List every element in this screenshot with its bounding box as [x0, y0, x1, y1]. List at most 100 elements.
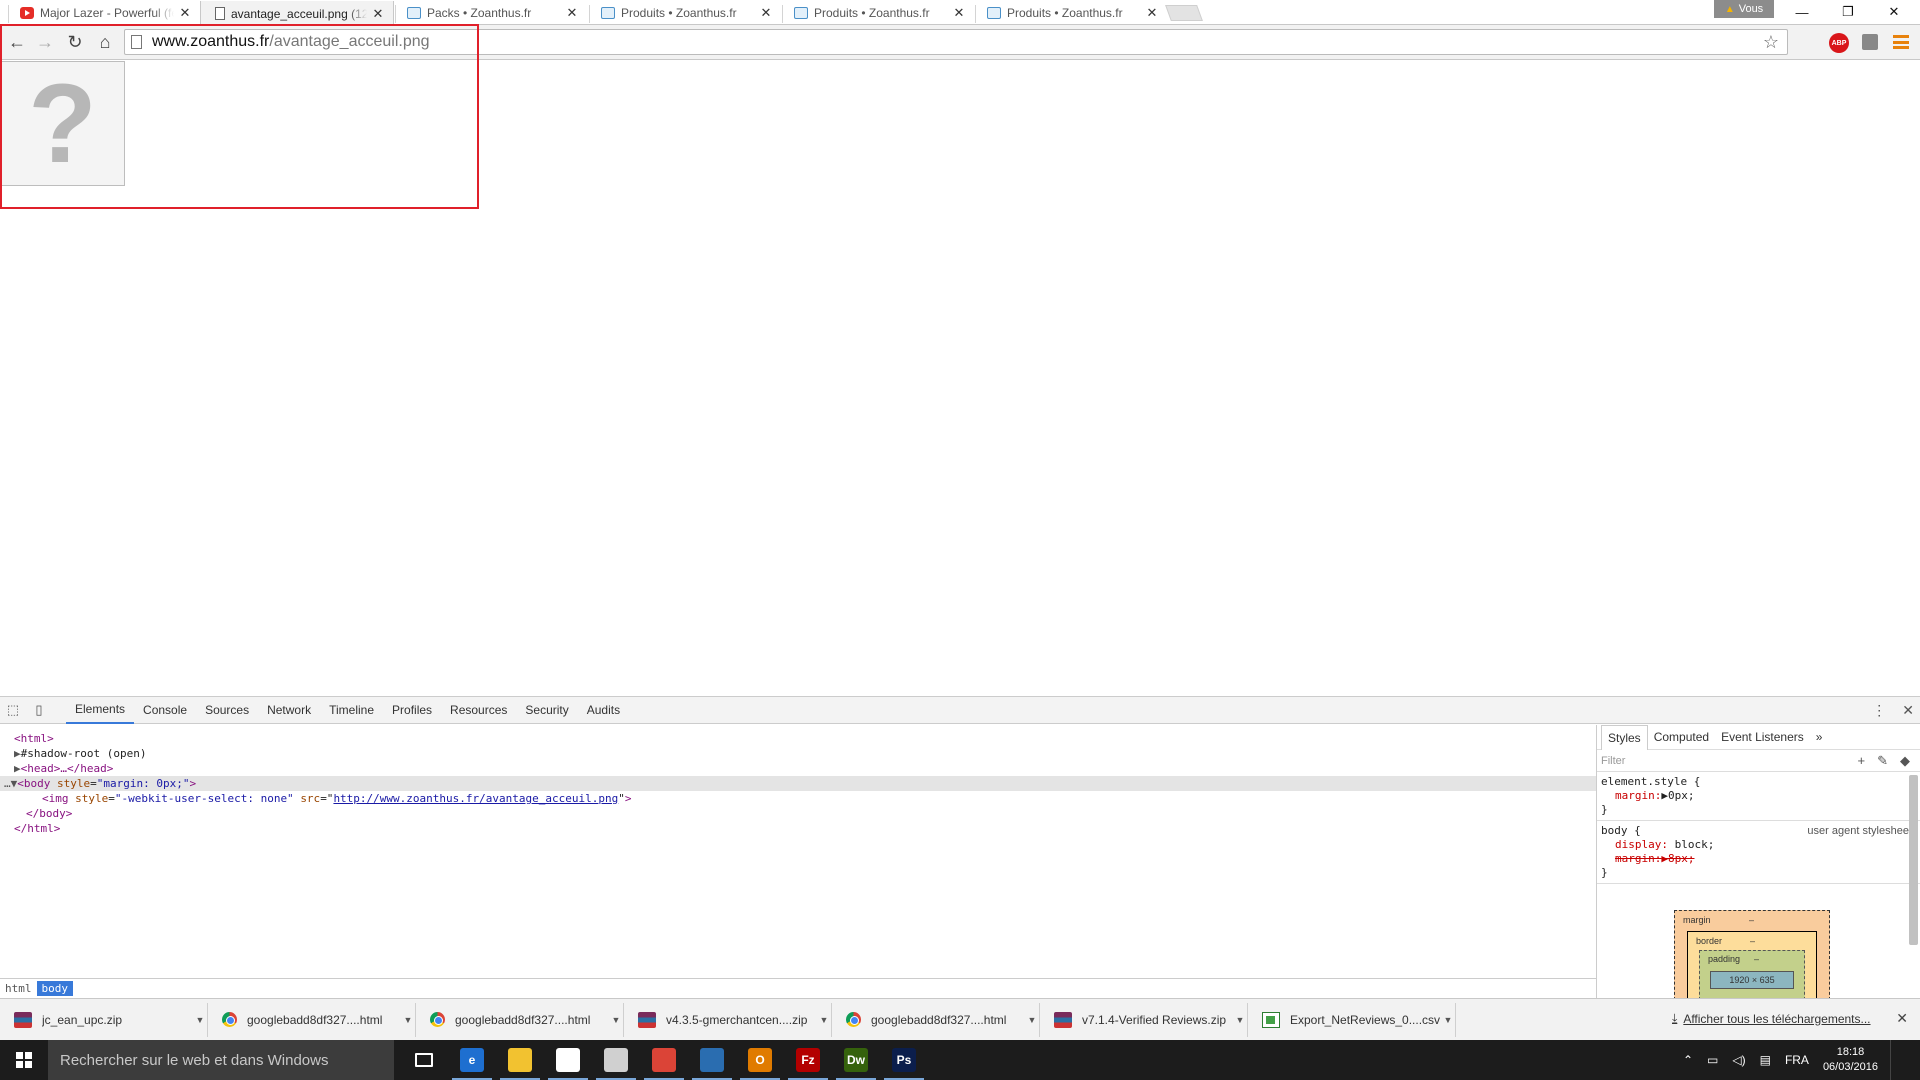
chevron-down-icon[interactable]: ▼ — [609, 1015, 623, 1025]
chrome-menu-icon[interactable] — [1893, 34, 1909, 50]
download-item[interactable]: v4.3.5-gmerchantcen....zip ▼ — [628, 1002, 832, 1037]
dom-node-html[interactable]: <html> — [0, 731, 1596, 746]
devtools-close-icon[interactable]: ✕ — [1902, 702, 1914, 719]
devtools-tab-security[interactable]: Security — [516, 697, 577, 724]
network-icon[interactable]: ▭ — [1707, 1053, 1718, 1067]
pin-icon[interactable]: ✎ — [1877, 753, 1888, 769]
tab-computed[interactable]: Computed — [1648, 725, 1715, 750]
download-item[interactable]: jc_ean_upc.zip ▼ — [4, 1002, 208, 1037]
css-value[interactable]: 0px; — [1668, 789, 1695, 802]
taskbar-app-edge[interactable]: e — [448, 1040, 496, 1080]
taskbar-app-photoshop[interactable]: Ps — [880, 1040, 928, 1080]
minimize-button[interactable]: — — [1780, 0, 1824, 24]
taskbar-app-task-view[interactable] — [400, 1040, 448, 1080]
tab-close-icon[interactable]: ✕ — [952, 5, 966, 21]
dom-node-head[interactable]: ▶<head>…</head> — [0, 761, 1596, 776]
dom-node-html-close[interactable]: </html> — [0, 821, 1596, 836]
dom-node-shadow-root[interactable]: ▶#shadow-root (open) — [0, 746, 1596, 761]
taskbar-search-box[interactable]: Rechercher sur le web et dans Windows — [48, 1040, 394, 1080]
restore-button[interactable]: ❐ — [1826, 0, 1870, 24]
extension-icon[interactable] — [1862, 34, 1878, 50]
chevron-down-icon[interactable]: ▼ — [1025, 1015, 1039, 1025]
clock[interactable]: 18:18 06/03/2016 — [1823, 1045, 1878, 1075]
taskbar-app-filezilla[interactable]: Fz — [784, 1040, 832, 1080]
download-item[interactable]: googlebadd8df327....html ▼ — [212, 1002, 416, 1037]
message-icon[interactable]: ▤ — [1760, 1053, 1771, 1067]
devtools-tab-elements[interactable]: Elements — [66, 697, 135, 724]
devtools-tab-profiles[interactable]: Profiles — [383, 697, 441, 724]
download-item[interactable]: googlebadd8df327....html ▼ — [836, 1002, 1040, 1037]
tab-title: Produits • Zoanthus.fr — [621, 6, 737, 20]
devtools-tab-audits[interactable]: Audits — [578, 697, 629, 724]
tab-event-listeners[interactable]: Event Listeners — [1715, 725, 1810, 750]
taskbar-app-mail[interactable] — [592, 1040, 640, 1080]
close-window-button[interactable]: ✕ — [1872, 0, 1916, 24]
chevron-down-icon[interactable]: ▼ — [817, 1015, 831, 1025]
close-shelf-icon[interactable]: ✕ — [1896, 1010, 1908, 1027]
show-all-downloads-link[interactable]: ⤓ Afficher tous les téléchargements... — [1672, 1011, 1871, 1026]
css-property[interactable]: margin: — [1615, 789, 1661, 802]
new-tab-button[interactable] — [1165, 5, 1203, 21]
download-item[interactable]: googlebadd8df327....html ▼ — [420, 1002, 624, 1037]
css-value: block; — [1674, 838, 1715, 851]
search-placeholder: Rechercher sur le web et dans Windows — [60, 1051, 329, 1069]
new-rule-icon[interactable]: + — [1858, 753, 1866, 769]
tab-produits-1[interactable]: Produits • Zoanthus.fr ✕ — [587, 1, 781, 25]
winrar-icon — [1054, 1011, 1072, 1028]
chevron-up-icon[interactable]: ⌃ — [1683, 1053, 1693, 1067]
styles-filter-input[interactable]: Filter + ✎ ◆ — [1597, 750, 1920, 772]
taskbar-app-outlook[interactable]: O — [736, 1040, 784, 1080]
inspect-element-icon[interactable]: ⬚ — [0, 697, 26, 723]
language-indicator[interactable]: FRA — [1785, 1053, 1809, 1067]
tab-youtube[interactable]: Major Lazer - Powerful (fe ✕ — [6, 1, 200, 25]
devtools-tab-sources[interactable]: Sources — [196, 697, 258, 724]
tab-close-icon[interactable]: ✕ — [759, 5, 773, 21]
profile-label: Vous — [1738, 3, 1764, 15]
chevron-down-icon[interactable]: ▼ — [1441, 1015, 1455, 1025]
tab-close-icon[interactable]: ✕ — [371, 6, 385, 22]
more-tabs-icon[interactable]: » — [1810, 725, 1829, 750]
tab-styles[interactable]: Styles — [1601, 724, 1648, 750]
download-item[interactable]: v7.1.4-Verified Reviews.zip ▼ — [1044, 1002, 1248, 1037]
dom-node-img[interactable]: <img style="-webkit-user-select: none" s… — [0, 791, 1596, 806]
devtools-tab-console[interactable]: Console — [134, 697, 196, 724]
taskbar-app-chrome[interactable] — [640, 1040, 688, 1080]
breadcrumb-body[interactable]: body — [36, 981, 73, 996]
download-item[interactable]: Export_NetReviews_0....csv ▼ — [1252, 1002, 1456, 1037]
chevron-down-icon[interactable]: ▼ — [401, 1015, 415, 1025]
dom-node-body[interactable]: …▼<body style="margin: 0px;"> — [0, 776, 1596, 791]
styles-tabs: Styles Computed Event Listeners » — [1597, 724, 1920, 750]
more-options-icon[interactable]: ⋮ — [1872, 702, 1886, 719]
taskbar-app-store[interactable] — [544, 1040, 592, 1080]
devtools-tab-network[interactable]: Network — [258, 697, 320, 724]
tab-close-icon[interactable]: ✕ — [565, 5, 579, 21]
tab-produits-2[interactable]: Produits • Zoanthus.fr ✕ — [780, 1, 974, 25]
bookmark-star-icon[interactable]: ☆ — [1763, 32, 1779, 53]
devtools-tab-timeline[interactable]: Timeline — [320, 697, 383, 724]
taskbar-app-dreamweaver[interactable]: Dw — [832, 1040, 880, 1080]
tab-close-icon[interactable]: ✕ — [1145, 5, 1159, 21]
chevron-down-icon[interactable]: ▼ — [193, 1015, 207, 1025]
chrome-icon — [846, 1012, 861, 1027]
adblock-plus-icon[interactable]: ABP — [1829, 33, 1849, 53]
mail-icon — [604, 1048, 628, 1072]
taskbar-app-pinned-app[interactable] — [688, 1040, 736, 1080]
tab-packs[interactable]: Packs • Zoanthus.fr ✕ — [393, 1, 587, 25]
devtools-tabs: Elements Console Sources Network Timeline Pro… — [66, 697, 629, 724]
dom-node-body-close[interactable]: </body> — [0, 806, 1596, 821]
tab-active-image[interactable]: avantage_acceuil.png (125 ✕ — [200, 1, 394, 26]
color-palette-icon[interactable]: ◆ — [1900, 753, 1910, 769]
csv-icon — [1262, 1011, 1280, 1028]
styles-scrollbar[interactable] — [1909, 775, 1918, 945]
tab-produits-3[interactable]: Produits • Zoanthus.fr ✕ — [973, 1, 1167, 25]
chevron-down-icon[interactable]: ▼ — [1233, 1015, 1247, 1025]
tab-close-icon[interactable]: ✕ — [178, 5, 192, 21]
devtools-tab-resources[interactable]: Resources — [441, 697, 516, 724]
breadcrumb-html[interactable]: html — [0, 981, 37, 996]
profile-button[interactable]: ▲ Vous — [1714, 0, 1774, 18]
show-desktop-button[interactable] — [1890, 1040, 1920, 1080]
volume-icon[interactable]: ◁) — [1732, 1053, 1745, 1067]
taskbar-app-file-explorer[interactable] — [496, 1040, 544, 1080]
start-button[interactable] — [0, 1040, 48, 1080]
device-mode-icon[interactable]: ▯ — [26, 697, 52, 723]
